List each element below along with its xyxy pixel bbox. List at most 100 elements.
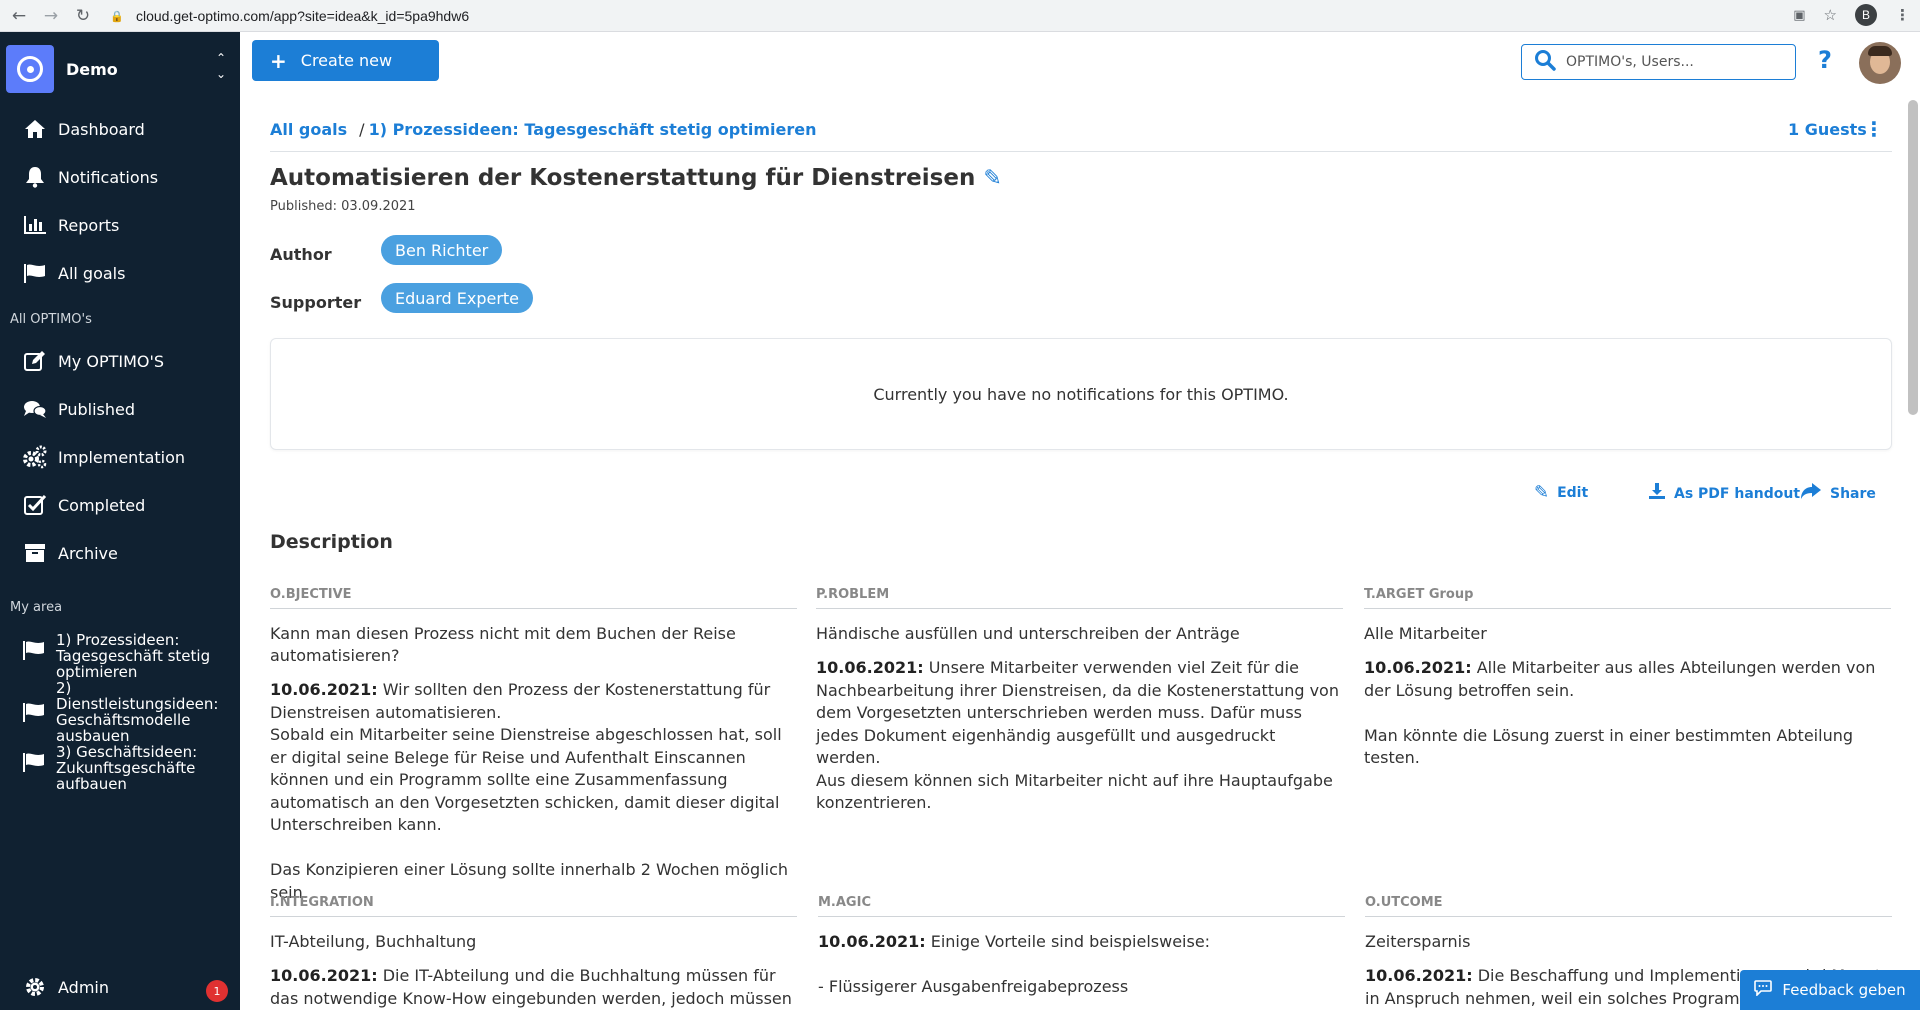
sidebar-item-label: My OPTIMO'S: [58, 351, 165, 371]
edit-label: Edit: [1557, 484, 1589, 501]
sidebar-goal-label: 1) Prozessideen: Tagesgeschäft stetig op…: [56, 631, 211, 681]
entry-date: 10.06.2021:: [818, 932, 926, 951]
download-icon: [1648, 482, 1666, 505]
sidebar-item-label: Notifications: [58, 167, 159, 187]
section-label-all-optimos: All OPTIMO's: [10, 312, 92, 327]
gears-icon: [22, 445, 48, 469]
gear-icon: [22, 976, 48, 998]
user-avatar[interactable]: [1859, 42, 1901, 84]
address-bar[interactable]: 🔒 cloud.get-optimo.com/app?site=idea&k_i…: [110, 3, 1210, 29]
supporter-label: Supporter: [270, 293, 362, 312]
notifications-empty-text: Currently you have no notifications for …: [873, 384, 1289, 404]
sidebar-item-published[interactable]: Published: [22, 398, 135, 420]
magic-column: M.AGIC 10.06.2021: Einige Vorteile sind …: [818, 895, 1345, 999]
optimo-title: Automatisieren der Kostenerstattung für …: [270, 165, 976, 191]
chat-icon: [1754, 980, 1773, 1000]
sidebar-item-implementation[interactable]: Implementation: [22, 445, 186, 469]
column-body: 10.06.2021: Unsere Mitarbeiter verwenden…: [816, 657, 1343, 815]
search-icon: [1534, 49, 1556, 75]
column-heading: P.ROBLEM: [816, 587, 1343, 609]
column-heading: M.AGIC: [818, 895, 1345, 917]
sidebar-item-notifications[interactable]: Notifications: [22, 166, 158, 188]
sidebar-item-dashboard[interactable]: Dashboard: [22, 118, 145, 140]
entry-date: 10.06.2021:: [1365, 966, 1473, 985]
bar-chart-icon: [22, 214, 48, 236]
breadcrumb-separator: /: [359, 120, 365, 139]
org-switcher[interactable]: Demo ⌃ ⌄: [6, 44, 234, 94]
create-new-button[interactable]: + Create new: [252, 40, 439, 81]
more-options-icon[interactable]: ⋮: [1864, 119, 1884, 139]
notifications-panel: Currently you have no notifications for …: [270, 338, 1892, 450]
pencil-icon: ✎: [1534, 482, 1550, 503]
admin-notification-badge: 1: [206, 980, 228, 1002]
share-label: Share: [1830, 485, 1876, 502]
archive-icon: [22, 542, 48, 564]
section-label-my-area: My area: [10, 600, 63, 615]
sidebar-goal-item[interactable]: 1) Prozessideen: Tagesgeschäft stetig op…: [22, 632, 222, 680]
sidebar-goal-item[interactable]: 2) Dienstleistungsideen: Geschäftsmodell…: [22, 680, 222, 744]
back-icon[interactable]: ←: [6, 3, 32, 29]
problem-column: P.ROBLEM Händische ausfüllen und untersc…: [816, 587, 1343, 815]
sidebar-item-archive[interactable]: Archive: [22, 542, 118, 564]
sidebar-item-label: All goals: [58, 263, 126, 283]
reload-icon[interactable]: ↻: [70, 3, 96, 29]
author-pill[interactable]: Ben Richter: [381, 235, 503, 265]
target-group-column: T.ARGET Group Alle Mitarbeiter 10.06.202…: [1364, 587, 1891, 770]
share-button[interactable]: Share: [1800, 482, 1876, 505]
column-lead: Alle Mitarbeiter: [1364, 624, 1487, 643]
sidebar-item-label: Implementation: [58, 447, 186, 467]
scrollbar-thumb[interactable]: [1908, 100, 1918, 415]
create-new-label: Create new: [300, 51, 393, 70]
sidebar-item-label: Archive: [58, 543, 118, 563]
sidebar-goal-label: 3) Geschäftsideen: Zukunftsgeschäfte auf…: [56, 743, 198, 793]
entry-text: Unsere Mitarbeiter verwenden viel Zeit f…: [816, 658, 1339, 812]
feedback-button[interactable]: Feedback geben: [1740, 970, 1920, 1010]
published-date: Published: 03.09.2021: [270, 199, 416, 214]
sidebar-item-label: Completed: [58, 495, 146, 515]
help-icon[interactable]: ?: [1818, 46, 1832, 74]
search-box[interactable]: [1521, 44, 1796, 80]
chevron-up-down-icon[interactable]: ⌃ ⌄: [216, 50, 226, 82]
org-name: Demo: [66, 59, 118, 79]
page-title: Automatisieren der Kostenerstattung für …: [270, 165, 1002, 191]
sidebar-item-completed[interactable]: Completed: [22, 494, 145, 516]
sidebar-item-reports[interactable]: Reports: [22, 214, 119, 236]
entry-date: 10.06.2021:: [1364, 658, 1472, 677]
optimo-logo-icon: [6, 45, 54, 93]
flag-icon: [22, 702, 46, 726]
column-heading: T.ARGET Group: [1364, 587, 1891, 609]
pencil-icon[interactable]: ✎: [983, 166, 1001, 191]
share-icon: [1800, 482, 1822, 505]
sidebar-goal-item[interactable]: 3) Geschäftsideen: Zukunftsgeschäfte auf…: [22, 744, 222, 792]
translate-icon[interactable]: ▣: [1793, 8, 1805, 23]
breadcrumb-all-goals-link[interactable]: All goals: [270, 120, 347, 139]
forward-icon[interactable]: →: [38, 3, 64, 29]
pdf-handout-button[interactable]: As PDF handout: [1648, 482, 1800, 505]
supporter-pill[interactable]: Eduard Experte: [381, 283, 534, 313]
entry-date: 10.06.2021:: [816, 658, 924, 677]
bell-icon: [22, 166, 48, 188]
url-text: cloud.get-optimo.com/app?site=idea&k_id=…: [136, 8, 470, 24]
plus-icon: +: [270, 48, 287, 73]
edit-button[interactable]: ✎ Edit: [1534, 482, 1588, 503]
sidebar-item-all-goals[interactable]: All goals: [22, 262, 125, 284]
objective-column: O.BJECTIVE Kann man diesen Prozess nicht…: [270, 587, 797, 904]
integration-column: I.NTEGRATION IT-Abteilung, Buchhaltung 1…: [270, 895, 797, 1010]
sidebar-item-label: Dashboard: [58, 119, 145, 139]
browser-profile-avatar[interactable]: B: [1855, 4, 1877, 26]
search-input[interactable]: [1566, 54, 1776, 70]
home-icon: [22, 118, 48, 140]
comments-icon: [22, 398, 48, 420]
sidebar-item-my-optimos[interactable]: My OPTIMO'S: [22, 350, 164, 372]
column-body: 10.06.2021: Wir sollten den Prozess der …: [270, 679, 797, 904]
entry-date: 10.06.2021:: [270, 966, 378, 985]
guests-link[interactable]: 1 Guests: [1788, 120, 1867, 139]
star-icon[interactable]: ☆: [1824, 6, 1837, 24]
column-heading: O.BJECTIVE: [270, 587, 797, 609]
browser-menu-icon[interactable]: ⋮: [1895, 6, 1910, 24]
column-body: 10.06.2021: Die IT-Abteilung und die Buc…: [270, 965, 797, 1010]
breadcrumb-current-goal-link[interactable]: 1) Prozessideen: Tagesgeschäft stetig op…: [369, 120, 817, 139]
sidebar-item-label: Published: [58, 399, 136, 419]
sidebar-item-admin[interactable]: Admin: [22, 976, 109, 998]
column-lead: Kann man diesen Prozess nicht mit dem Bu…: [270, 624, 736, 665]
